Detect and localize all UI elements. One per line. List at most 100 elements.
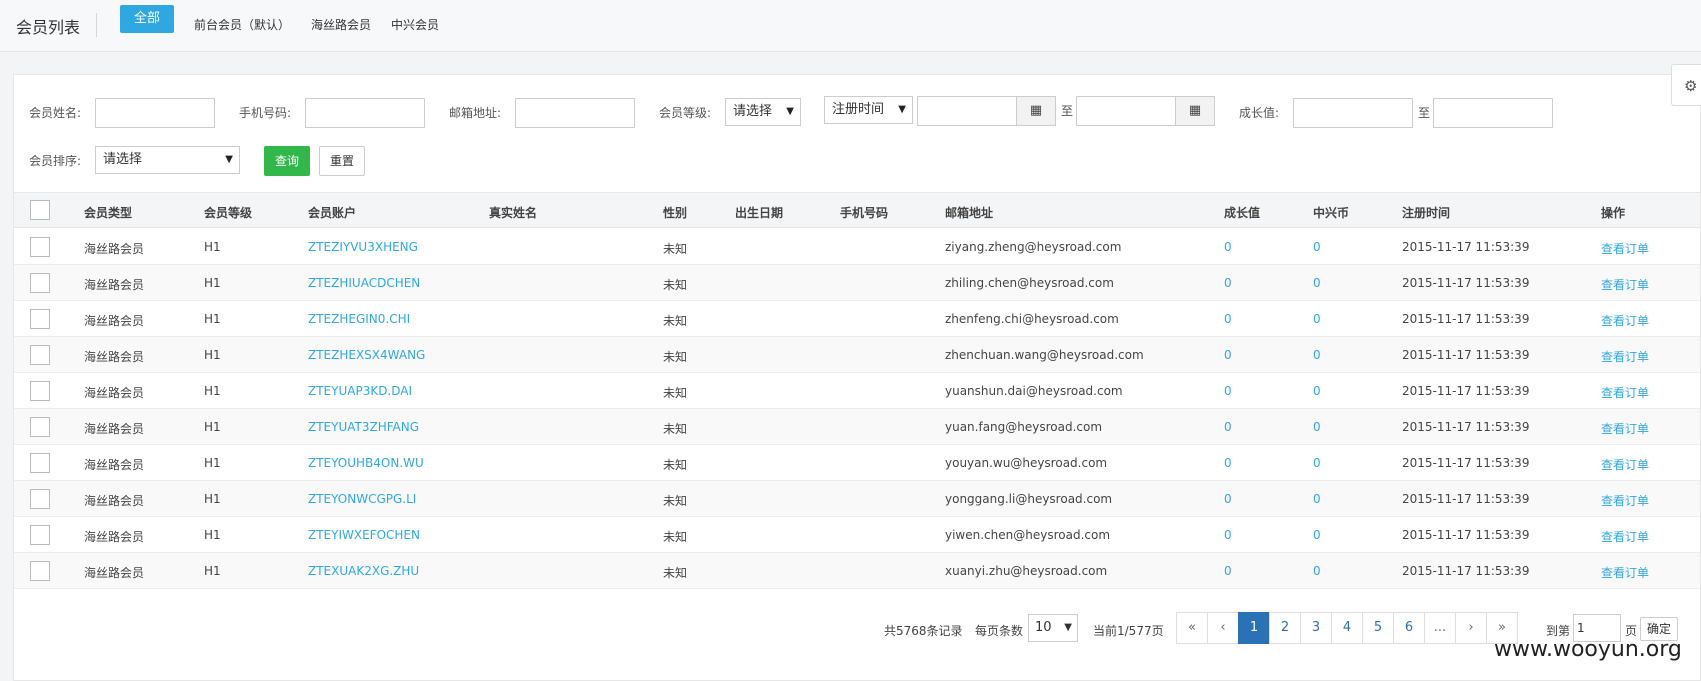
cell-account[interactable]: ZTEYIWXEFOCHEN (308, 528, 420, 542)
page-nav-button[interactable]: ‹ (1207, 612, 1239, 644)
tab-all[interactable]: 全部 (120, 5, 174, 33)
cell-growth[interactable]: 0 (1224, 348, 1232, 362)
cell-member-level: H1 (204, 564, 221, 578)
page-button[interactable]: 3 (1300, 612, 1332, 644)
cell-growth[interactable]: 0 (1224, 240, 1232, 254)
phone-input[interactable] (305, 98, 425, 128)
calendar-icon[interactable]: ▦ (1175, 96, 1215, 126)
select-all-checkbox[interactable] (30, 200, 50, 220)
query-button[interactable]: 查询 (264, 146, 310, 176)
cell-coins[interactable]: 0 (1313, 528, 1321, 542)
view-orders-link[interactable]: 查看订单 (1601, 528, 1649, 545)
page-button[interactable]: 4 (1331, 612, 1363, 644)
cell-account[interactable]: ZTEZHEXSX4WANG (308, 348, 425, 362)
col-email: 邮箱地址 (945, 206, 994, 220)
reset-button[interactable]: 重置 (319, 146, 365, 176)
cell-account[interactable]: ZTEYOUHB4ON.WU (308, 456, 424, 470)
cell-reg-time: 2015-11-17 11:53:39 (1402, 528, 1530, 542)
cell-coins[interactable]: 0 (1313, 564, 1321, 578)
calendar-icon[interactable]: ▦ (1016, 96, 1056, 126)
row-checkbox[interactable] (30, 417, 50, 437)
cell-gender: 未知 (663, 350, 688, 364)
email-input[interactable] (515, 98, 635, 128)
cell-growth[interactable]: 0 (1224, 492, 1232, 506)
col-birth-date: 出生日期 (735, 206, 784, 220)
cell-member-type: 海丝路会员 (84, 422, 145, 436)
page-button[interactable]: 2 (1269, 612, 1301, 644)
cell-coins[interactable]: 0 (1313, 240, 1321, 254)
row-checkbox[interactable] (30, 525, 50, 545)
cell-account[interactable]: ZTEYUAT3ZHFANG (308, 420, 419, 434)
view-orders-link[interactable]: 查看订单 (1601, 348, 1649, 365)
page-button[interactable]: 6 (1393, 612, 1425, 644)
cell-coins[interactable]: 0 (1313, 384, 1321, 398)
end-date-input[interactable] (1076, 96, 1176, 126)
view-orders-link[interactable]: 查看订单 (1601, 564, 1649, 581)
row-checkbox[interactable] (30, 273, 50, 293)
page-button[interactable]: 1 (1238, 612, 1270, 644)
col-growth: 成长值 (1224, 206, 1261, 220)
tab-frontend-members[interactable]: 前台会员（默认） (194, 16, 290, 33)
view-orders-link[interactable]: 查看订单 (1601, 240, 1649, 257)
time-type-value: 注册时间 (832, 102, 885, 117)
cell-email: yuanshun.dai@heysroad.com (945, 384, 1123, 398)
growth-max-input[interactable] (1433, 98, 1553, 128)
view-orders-link[interactable]: 查看订单 (1601, 384, 1649, 401)
cell-account[interactable]: ZTEZIYVU3XHENG (308, 240, 418, 254)
page-nav-button[interactable]: « (1176, 612, 1208, 644)
view-orders-link[interactable]: 查看订单 (1601, 420, 1649, 437)
page-nav-button[interactable]: › (1455, 612, 1487, 644)
page-button[interactable]: 5 (1362, 612, 1394, 644)
view-orders-link[interactable]: 查看订单 (1601, 312, 1649, 329)
cell-coins[interactable]: 0 (1313, 456, 1321, 470)
cell-member-type: 海丝路会员 (84, 386, 145, 400)
cell-growth[interactable]: 0 (1224, 276, 1232, 290)
row-checkbox[interactable] (30, 489, 50, 509)
cell-reg-time: 2015-11-17 11:53:39 (1402, 312, 1530, 326)
cell-growth[interactable]: 0 (1224, 420, 1232, 434)
settings-button[interactable]: ⚙ (1671, 64, 1701, 106)
row-checkbox[interactable] (30, 381, 50, 401)
dropdown-arrow-icon: ▼ (786, 106, 794, 117)
growth-min-input[interactable] (1293, 98, 1413, 128)
cell-account[interactable]: ZTEYUAP3KD.DAI (308, 384, 412, 398)
cell-growth[interactable]: 0 (1224, 312, 1232, 326)
cell-coins[interactable]: 0 (1313, 348, 1321, 362)
cell-growth[interactable]: 0 (1224, 384, 1232, 398)
cell-coins[interactable]: 0 (1313, 492, 1321, 506)
cell-reg-time: 2015-11-17 11:53:39 (1402, 240, 1530, 254)
cell-reg-time: 2015-11-17 11:53:39 (1402, 564, 1530, 578)
member-sort-select[interactable]: 请选择 ▼ (95, 146, 240, 174)
tab-heysroad-members[interactable]: 海丝路会员 (311, 16, 371, 33)
cell-account[interactable]: ZTEZHIUACDCHEN (308, 276, 420, 290)
view-orders-link[interactable]: 查看订单 (1601, 492, 1649, 509)
view-orders-link[interactable]: 查看订单 (1601, 456, 1649, 473)
member-name-input[interactable] (95, 98, 215, 128)
growth-to-label: 至 (1418, 106, 1431, 120)
tab-zte-members[interactable]: 中兴会员 (391, 16, 439, 33)
cell-coins[interactable]: 0 (1313, 276, 1321, 290)
cell-growth[interactable]: 0 (1224, 528, 1232, 542)
time-type-select[interactable]: 注册时间 ▼ (824, 96, 913, 124)
row-checkbox[interactable] (30, 309, 50, 329)
row-checkbox[interactable] (30, 561, 50, 581)
cell-member-level: H1 (204, 420, 221, 434)
cell-account[interactable]: ZTEYONWCGPG.LI (308, 492, 416, 506)
cell-coins[interactable]: 0 (1313, 312, 1321, 326)
cell-member-level: H1 (204, 456, 221, 470)
row-checkbox[interactable] (30, 453, 50, 473)
cell-growth[interactable]: 0 (1224, 456, 1232, 470)
per-page-select[interactable]: 10 ▼ (1028, 614, 1078, 642)
view-orders-link[interactable]: 查看订单 (1601, 276, 1649, 293)
cell-growth[interactable]: 0 (1224, 564, 1232, 578)
cell-account[interactable]: ZTEXUAK2XG.ZHU (308, 564, 419, 578)
row-checkbox[interactable] (30, 345, 50, 365)
cell-coins[interactable]: 0 (1313, 420, 1321, 434)
watermark: www.wooyun.org (1494, 637, 1682, 662)
member-level-select[interactable]: 请选择 ▼ (725, 98, 801, 126)
row-checkbox[interactable] (30, 237, 50, 257)
col-action: 操作 (1601, 206, 1626, 220)
table-row: 海丝路会员 H1 ZTEZHEGIN0.CHI 未知 zhenfeng.chi@heys… (14, 301, 1700, 337)
cell-account[interactable]: ZTEZHEGIN0.CHI (308, 312, 410, 326)
start-date-input[interactable] (917, 96, 1017, 126)
